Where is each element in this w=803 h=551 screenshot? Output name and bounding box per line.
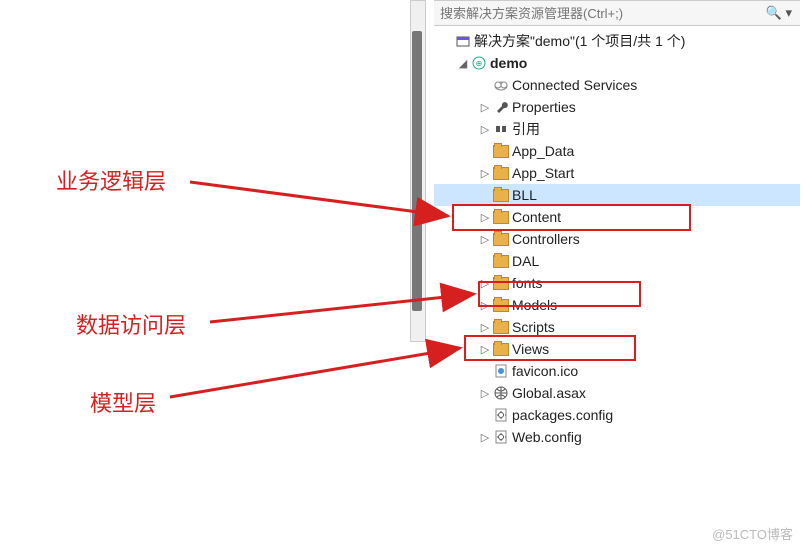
arrows-overlay (0, 0, 803, 551)
watermark: @51CTO博客 (712, 524, 793, 543)
